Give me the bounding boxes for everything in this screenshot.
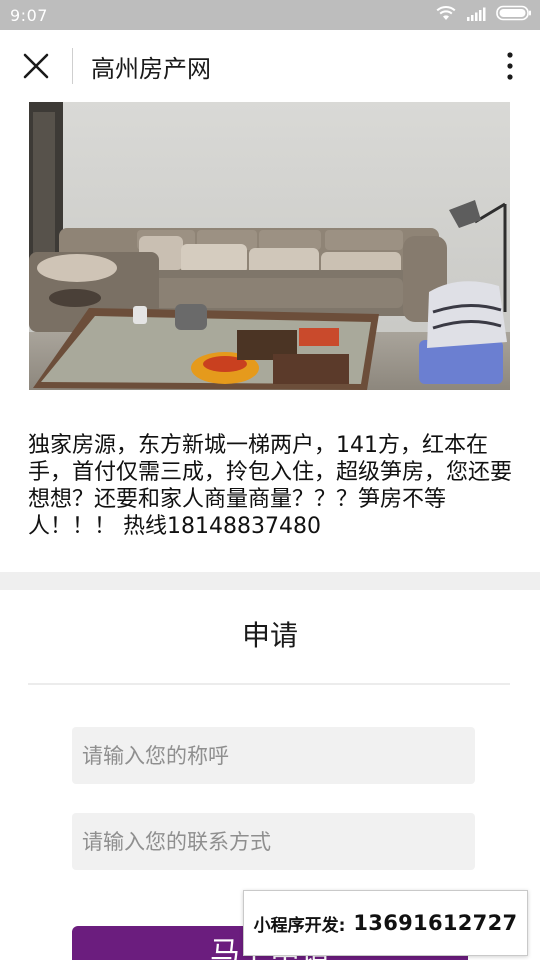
signal-icon [466, 6, 486, 25]
nav-bar: 高州房产网 [0, 30, 540, 102]
listing-photo [29, 102, 510, 390]
status-bar: 9:07 [0, 0, 540, 30]
living-room-photo [29, 102, 510, 390]
more-vertical-icon [507, 52, 513, 80]
close-button[interactable] [0, 30, 72, 102]
contact-input[interactable] [72, 813, 475, 870]
status-icons [436, 5, 532, 25]
nav-divider [72, 48, 73, 84]
name-input[interactable] [72, 727, 475, 784]
wifi-icon [436, 5, 456, 25]
form-title-underline [28, 683, 510, 685]
promo-phone: 13691612727 [353, 911, 518, 935]
listing-description: 独家房源，东方新城一梯两户，141方，红本在手，首付仅需三成，拎包入住，超级笋房… [28, 433, 513, 539]
close-icon [23, 53, 49, 79]
section-divider [0, 572, 540, 590]
battery-icon [496, 5, 532, 25]
promo-label: 小程序开发: [253, 915, 346, 936]
promo-badge: 小程序开发: 13691612727 [243, 890, 528, 956]
page-title: 高州房产网 [91, 54, 211, 83]
status-time: 9:07 [10, 5, 48, 25]
form-title: 申请 [241, 619, 298, 652]
more-button[interactable] [480, 30, 540, 102]
